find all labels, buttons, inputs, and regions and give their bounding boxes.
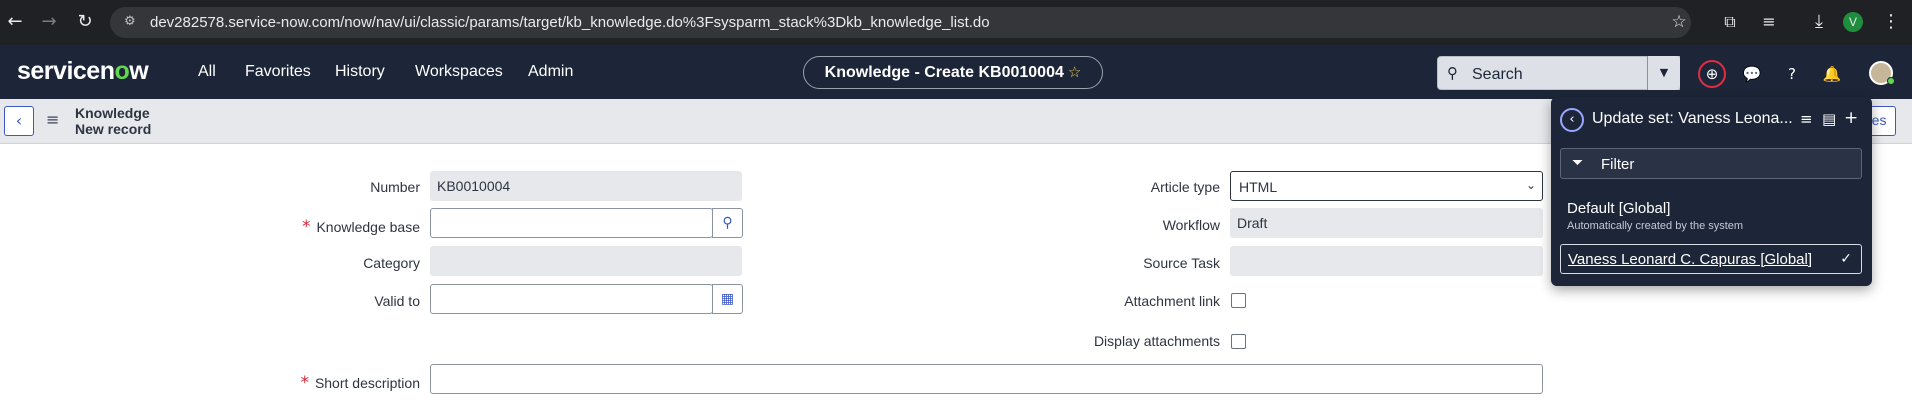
profile-avatar[interactable]: V (1843, 12, 1863, 32)
chevron-down-icon: ⌄ (1525, 178, 1536, 192)
bookmark-star-icon[interactable]: ☆ (1668, 11, 1690, 33)
lookup-search-icon[interactable]: ⚲ (712, 208, 743, 238)
document-icon[interactable]: ▤ (1822, 110, 1836, 128)
required-asterisk-icon: * (300, 373, 309, 393)
search-icon: ⚲ (1447, 64, 1458, 82)
media-queue-icon[interactable]: ≡ (1758, 11, 1780, 33)
help-icon[interactable]: ? (1782, 64, 1802, 84)
url-text[interactable]: dev282578.service-now.com/now/nav/ui/cla… (150, 14, 990, 31)
article-type-value: HTML (1239, 179, 1278, 195)
update-set-option-default-subtitle: Automatically created by the system (1567, 220, 1744, 232)
workflow-field: Draft (1230, 208, 1543, 238)
valid-to-label: Valid to (374, 293, 420, 309)
valid-to-input[interactable] (430, 284, 713, 314)
filter-placeholder: Filter (1601, 156, 1635, 173)
add-icon[interactable]: + (1844, 108, 1858, 128)
reload-icon[interactable]: ↻ (74, 11, 96, 33)
form-back-button[interactable]: ‹ (4, 106, 34, 136)
attachment-link-checkbox[interactable] (1231, 293, 1246, 308)
browser-toolbar: ← → ↻ ⚙ dev282578.service-now.com/now/na… (0, 0, 1912, 45)
form-title-record: New record (75, 121, 152, 137)
calendar-icon[interactable]: ▦ (712, 284, 743, 314)
nav-favorites[interactable]: Favorites (245, 63, 311, 81)
presence-status-dot (1887, 77, 1895, 85)
filter-funnel-icon: ⏷ (1572, 155, 1584, 171)
number-label: Number (370, 179, 420, 195)
forward-arrow-icon[interactable]: → (38, 11, 60, 33)
update-set-option-selected[interactable]: Vaness Leonard C. Capuras [Global] ✓ (1560, 244, 1862, 274)
globe-icon[interactable]: ⊕ (1698, 60, 1726, 88)
update-set-popover: ‹ Update set: Vaness Leona... ≡ ▤ + ⏷ Fi… (1551, 97, 1872, 286)
nav-history[interactable]: History (335, 63, 385, 81)
favorite-star-icon[interactable]: ☆ (1068, 63, 1081, 81)
extensions-icon[interactable]: ⧉ (1719, 11, 1741, 33)
checkmark-icon: ✓ (1840, 251, 1852, 267)
global-search[interactable]: ⚲ Search (1437, 56, 1680, 90)
knowledge-base-input[interactable] (430, 208, 713, 238)
article-type-label: Article type (1150, 179, 1220, 195)
search-dropdown-button[interactable]: ▼ (1647, 56, 1680, 90)
source-task-label: Source Task (1143, 255, 1220, 271)
chrome-menu-icon[interactable]: ⋮ (1880, 11, 1902, 33)
context-title: Knowledge - Create KB0010004 (824, 64, 1064, 81)
back-arrow-icon[interactable]: ← (4, 11, 26, 33)
required-asterisk-icon: * (301, 217, 311, 237)
filter-input[interactable]: ⏷ Filter (1560, 148, 1862, 179)
display-attachments-label: Display attachments (1093, 333, 1220, 349)
search-placeholder: Search (1472, 66, 1523, 83)
download-icon[interactable]: ⤓ (1808, 11, 1830, 33)
form-title-table: Knowledge (75, 105, 150, 121)
context-title-pill[interactable]: Knowledge - Create KB0010004 ☆ (803, 56, 1103, 89)
servicenow-header: servicenow All Favorites History Workspa… (0, 45, 1912, 99)
article-type-select[interactable]: HTML ⌄ (1230, 171, 1543, 201)
nav-workspaces[interactable]: Workspaces (415, 63, 503, 81)
update-set-option-selected-label: Vaness Leonard C. Capuras [Global] (1568, 251, 1813, 268)
number-field: KB0010004 (430, 171, 742, 201)
popover-title: Update set: Vaness Leona... (1592, 110, 1793, 127)
notification-bell-icon[interactable]: 🔔 (1822, 64, 1842, 84)
nav-admin[interactable]: Admin (528, 63, 573, 81)
hamburger-menu-icon[interactable]: ≡ (46, 110, 59, 129)
display-attachments-checkbox[interactable] (1231, 334, 1246, 349)
popover-back-button[interactable]: ‹ (1560, 108, 1584, 132)
servicenow-logo[interactable]: servicenow (17, 57, 149, 86)
chat-icon[interactable]: 💬 (1742, 64, 1762, 84)
short-description-label: * Short description (300, 373, 420, 393)
address-bar[interactable]: ⚙ dev282578.service-now.com/now/nav/ui/c… (110, 7, 1691, 38)
nav-all[interactable]: All (198, 63, 216, 81)
short-description-input[interactable] (430, 364, 1543, 394)
update-set-option-default[interactable]: Default [Global] (1567, 200, 1670, 217)
category-field[interactable] (430, 246, 742, 276)
source-task-field[interactable] (1230, 246, 1543, 276)
attachment-link-label: Attachment link (1124, 293, 1220, 309)
knowledge-base-label: * Knowledge base (301, 217, 420, 237)
list-icon[interactable]: ≡ (1800, 110, 1813, 128)
workflow-label: Workflow (1162, 217, 1220, 233)
category-label: Category (363, 255, 420, 271)
site-settings-icon[interactable]: ⚙ (124, 15, 140, 29)
